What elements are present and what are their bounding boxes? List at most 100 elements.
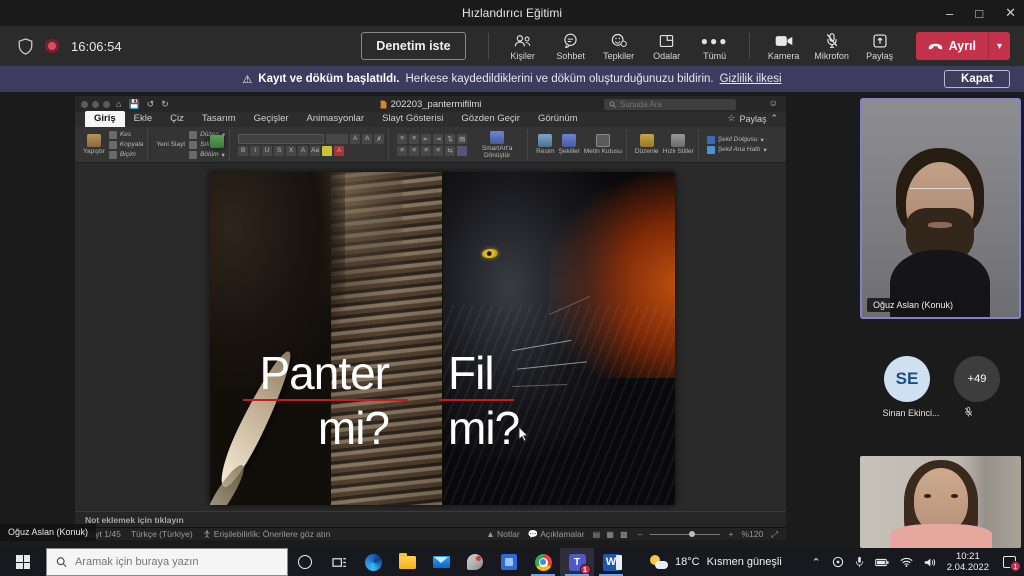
chevron-up-icon[interactable]: ⌃ (812, 556, 821, 569)
tab-ekle[interactable]: Ekle (125, 111, 161, 127)
people-button[interactable]: Kişiler (501, 32, 545, 61)
italic-button[interactable]: I (250, 146, 260, 156)
picture-button[interactable]: Resim (536, 134, 554, 155)
pinned-app-button-2[interactable] (492, 548, 526, 576)
comments-toggle[interactable]: 💬 Açıklamalar (528, 529, 585, 540)
taskbar-clock[interactable]: 10:21 2.04.2022 (947, 551, 989, 573)
file-explorer-button[interactable] (390, 548, 424, 576)
clear-format-button[interactable]: ✗ (374, 134, 384, 144)
underline-button[interactable]: U (262, 146, 272, 156)
request-control-button[interactable]: Denetim iste (361, 32, 465, 60)
chat-button[interactable]: Sohbet (549, 32, 593, 61)
section-button[interactable]: Bölüm ▾ (189, 151, 225, 159)
save-icon[interactable]: 💾 (128, 99, 139, 110)
word-button[interactable]: W (594, 548, 628, 576)
cortana-button[interactable] (288, 548, 322, 576)
teams-taskbar-button[interactable]: T1 (560, 548, 594, 576)
tab-tasarim[interactable]: Tasarım (193, 111, 245, 127)
home-icon[interactable]: ⌂ (116, 99, 121, 109)
accessibility-checker[interactable]: Erişilebilirlik: Önerilere göz atın (203, 529, 331, 539)
shadow-button[interactable]: X (286, 146, 296, 156)
video-tile-2[interactable] (860, 456, 1021, 548)
mail-button[interactable] (424, 548, 458, 576)
paste-button[interactable]: Yapıştır (83, 134, 105, 155)
new-slide-button[interactable]: Yeni Slayt (156, 141, 185, 148)
shrink-font-button[interactable]: A (362, 134, 372, 144)
notes-pane[interactable]: Not eklemek için tıklayın (75, 511, 786, 527)
justify-button[interactable]: ≡ (433, 146, 443, 156)
redo-icon[interactable]: ↻ (161, 99, 169, 110)
reactions-button[interactable]: Tepkiler (597, 32, 641, 61)
slide-text-right[interactable]: Fil mi? (448, 346, 519, 456)
tab-slayt-gosterisi[interactable]: Slayt Gösterisi (373, 111, 452, 127)
tab-ciz[interactable]: Çiz (161, 111, 193, 127)
privacy-policy-link[interactable]: Gizlilik ilkesi (720, 73, 782, 85)
font-name-dropdown[interactable] (238, 134, 324, 144)
cut-button[interactable]: Kes (109, 131, 144, 139)
participant-avatar[interactable]: SE (884, 356, 930, 402)
tab-gorunum[interactable]: Görünüm (529, 111, 587, 127)
font-size-dropdown[interactable] (326, 134, 348, 144)
numbering-button[interactable]: ≡ (409, 134, 419, 144)
tab-giris[interactable]: Giriş (85, 111, 125, 127)
more-button[interactable]: ●●● Tümü (693, 32, 737, 61)
fit-slide-button[interactable]: ⤢ (771, 529, 778, 540)
chrome-button[interactable] (526, 548, 560, 576)
shape-outline-button[interactable]: Şekil Ana Hattı ▾ (707, 146, 767, 154)
copy-button[interactable]: Kopyala (109, 141, 144, 149)
leave-button[interactable]: Ayrıl (916, 32, 988, 60)
maximize-button[interactable]: □ (975, 6, 983, 21)
text-direction-button[interactable]: ⇆ (445, 146, 455, 156)
volume-icon[interactable] (924, 557, 936, 568)
ppt-search-input[interactable] (620, 100, 731, 109)
view-buttons[interactable]: ▤ ▦ ▩ (593, 530, 630, 539)
zoom-in-button[interactable]: + (728, 529, 733, 539)
close-button[interactable]: ✕ (1005, 5, 1016, 21)
smartart-button[interactable]: SmartArt'a Dönüştür (471, 131, 523, 159)
leave-options-button[interactable]: ▾ (988, 32, 1010, 60)
undo-icon[interactable]: ↺ (147, 99, 155, 110)
shapes-button[interactable]: Şekiller (559, 134, 580, 155)
spacing-button[interactable]: A (298, 146, 308, 156)
format-painter-button[interactable]: Biçim (109, 151, 144, 159)
mac-window-controls[interactable] (81, 101, 110, 108)
paragraph-controls[interactable]: ≡ ≡ ⇤ ⇥ ⇅ ▤ ≡ ≡ ≡ ≡ ⇆ (397, 134, 467, 156)
taskbar-search-box[interactable] (46, 548, 288, 576)
minimize-button[interactable]: – (946, 6, 953, 21)
tray-app-icon[interactable] (832, 556, 844, 568)
ppt-share-button[interactable]: ☆ Paylaş ⌃ (727, 113, 778, 124)
banner-close-button[interactable]: Kapat (944, 70, 1010, 88)
zoom-out-button[interactable]: – (638, 529, 643, 539)
font-controls[interactable]: A A ✗ B I U S X A Aa (238, 134, 384, 156)
textbox-button[interactable]: Metin Kutusu (584, 134, 622, 155)
task-view-button[interactable] (322, 548, 356, 576)
arrange-button[interactable]: Düzenle (635, 134, 659, 155)
overflow-count-badge[interactable]: +49 (954, 356, 1000, 402)
rooms-button[interactable]: Odalar (645, 32, 689, 61)
align-left-button[interactable]: ≡ (397, 146, 407, 156)
grow-font-button[interactable]: A (350, 134, 360, 144)
edge-button[interactable] (356, 548, 390, 576)
bullets-button[interactable]: ≡ (397, 134, 407, 144)
video-tile-speaking[interactable]: Oğuz Aslan (Konuk) (860, 98, 1021, 319)
font-color-button[interactable]: A (334, 146, 344, 156)
align-center-button[interactable]: ≡ (409, 146, 419, 156)
wifi-icon[interactable] (900, 557, 913, 567)
battery-icon[interactable] (875, 558, 889, 567)
tab-animasyonlar[interactable]: Animasyonlar (298, 111, 374, 127)
slide-text-left[interactable]: Panter mi? (259, 346, 389, 456)
taskbar-search-input[interactable] (75, 556, 278, 568)
taskbar-weather[interactable]: 18°C Kısmen güneşli (650, 555, 782, 569)
bold-button[interactable]: B (238, 146, 248, 156)
highlight-color-button[interactable] (322, 146, 332, 156)
shape-fill-button[interactable]: Şekil Dolgusu ▾ (707, 136, 767, 144)
zoom-level[interactable]: %120 (741, 529, 763, 539)
start-button[interactable] (0, 548, 46, 576)
indent-more-button[interactable]: ⇥ (433, 134, 443, 144)
ppt-search-box[interactable] (604, 99, 736, 110)
columns-button[interactable]: ▤ (457, 134, 467, 144)
align-right-button[interactable]: ≡ (421, 146, 431, 156)
microphone-button[interactable]: Mikrofon (810, 32, 854, 61)
line-spacing-button[interactable]: ⇅ (445, 134, 455, 144)
slide-canvas[interactable]: Panter mi? Fil mi? (210, 172, 675, 505)
